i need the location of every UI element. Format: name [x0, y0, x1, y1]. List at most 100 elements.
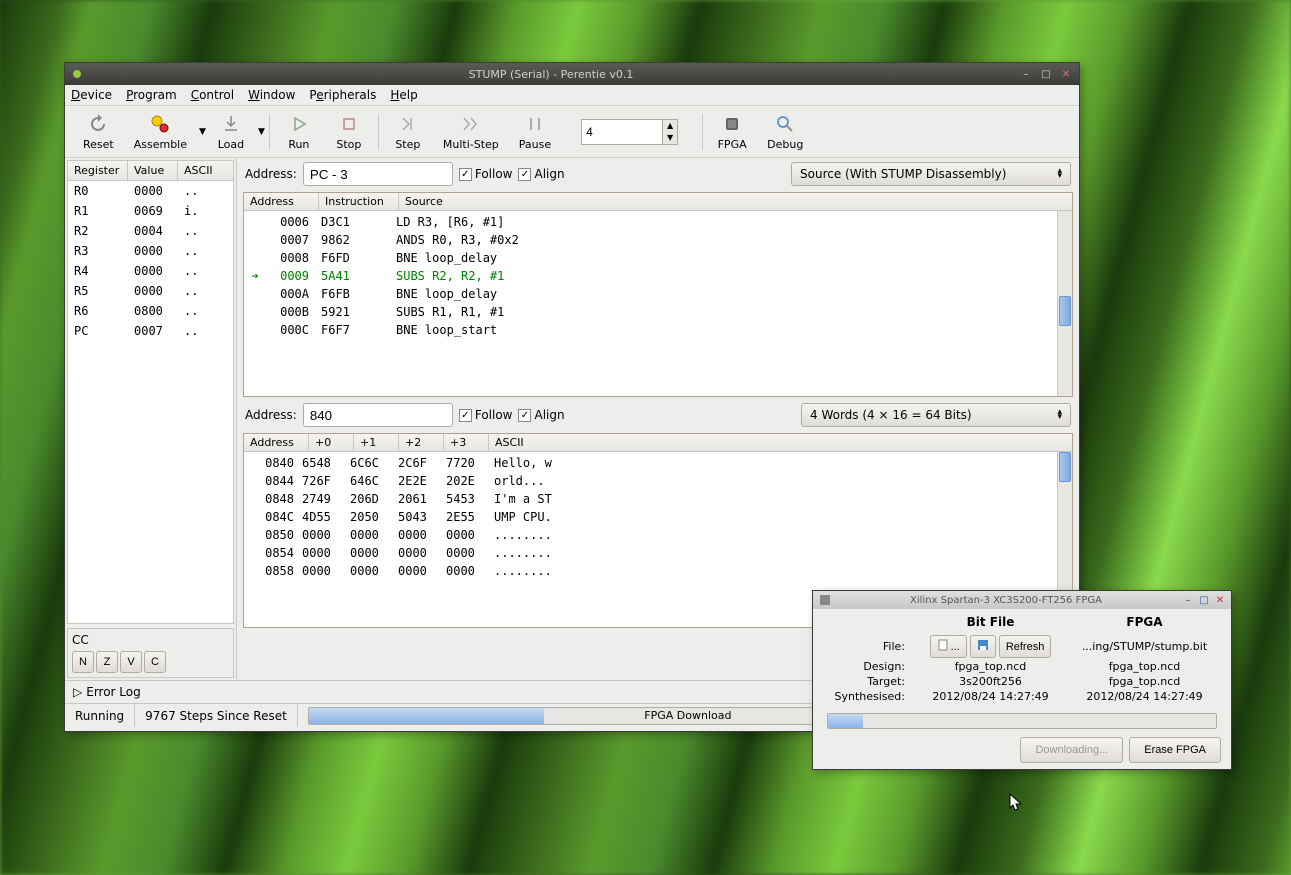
col-w3[interactable]: +3 [444, 434, 489, 451]
menu-control[interactable]: Control [191, 88, 234, 102]
assemble-dropdown[interactable]: ▼ [199, 127, 206, 137]
refresh-button[interactable]: Refresh [999, 635, 1052, 658]
disasm-row[interactable]: 000CF6F7BNE loop_start [244, 321, 1072, 339]
col-address[interactable]: Address [244, 434, 309, 451]
memory-row[interactable]: 08500000000000000000........ [244, 526, 1072, 544]
col-w0[interactable]: +0 [309, 434, 354, 451]
col-w1[interactable]: +1 [354, 434, 399, 451]
disasm-controls: Address: ✓ Follow ✓ Align Source (With S… [237, 158, 1079, 190]
download-icon [219, 112, 243, 136]
scrollbar[interactable] [1057, 211, 1072, 396]
minimize-button[interactable]: – [1017, 67, 1035, 81]
col-w2[interactable]: +2 [399, 434, 444, 451]
register-row[interactable]: R00000.. [68, 181, 233, 201]
design-fpga: fpga_top.ncd [1068, 660, 1221, 673]
save-file-button[interactable] [970, 635, 996, 658]
erase-fpga-button[interactable]: Erase FPGA [1129, 737, 1221, 763]
step-button[interactable]: Step [383, 110, 433, 153]
disasm-row[interactable]: 00079862ANDS R0, R3, #0x2 [244, 231, 1072, 249]
check-icon: ✓ [518, 409, 531, 422]
memory-row[interactable]: 08540000000000000000........ [244, 544, 1072, 562]
maximize-button[interactable]: □ [1197, 593, 1211, 607]
register-row[interactable]: R50000.. [68, 281, 233, 301]
disasm-row[interactable]: 000B5921SUBS R1, R1, #1 [244, 303, 1072, 321]
menu-device[interactable]: Device [71, 88, 112, 102]
magnifier-icon [773, 112, 797, 136]
multistep-button[interactable]: Multi-Step [433, 110, 509, 153]
memory-row[interactable]: 0844726F646C2E2E202Eorld... [244, 472, 1072, 490]
fpga-button[interactable]: FPGA [707, 110, 757, 153]
scroll-thumb[interactable] [1059, 296, 1071, 326]
menu-program[interactable]: Program [126, 88, 177, 102]
close-button[interactable]: ✕ [1213, 593, 1227, 607]
follow-checkbox[interactable]: ✓ Follow [459, 408, 513, 422]
flag-c[interactable]: C [144, 651, 166, 673]
register-row[interactable]: R40000.. [68, 261, 233, 281]
step-count-input[interactable] [582, 120, 662, 144]
follow-checkbox[interactable]: ✓ Follow [459, 167, 513, 181]
target-label: Target: [823, 675, 913, 688]
disasm-row[interactable]: 000AF6FBBNE loop_delay [244, 285, 1072, 303]
col-address[interactable]: Address [244, 193, 319, 210]
separator [269, 114, 270, 150]
disasm-row[interactable]: 0008F6FDBNE loop_delay [244, 249, 1072, 267]
stop-button[interactable]: Stop [324, 110, 374, 153]
flag-v[interactable]: V [120, 651, 142, 673]
register-row[interactable]: R20004.. [68, 221, 233, 241]
browse-button[interactable]: ... [930, 635, 967, 658]
register-row[interactable]: R10069i. [68, 201, 233, 221]
memory-row[interactable]: 08482749206D20615453I'm a ST [244, 490, 1072, 508]
register-row[interactable]: R30000.. [68, 241, 233, 261]
col-ascii[interactable]: ASCII [489, 434, 1072, 451]
col-value[interactable]: Value [128, 161, 178, 180]
disasm-address-input[interactable] [303, 162, 453, 186]
load-dropdown[interactable]: ▼ [258, 127, 265, 137]
menu-peripherals[interactable]: Peripherals [309, 88, 376, 102]
load-button[interactable]: Load [206, 110, 256, 153]
align-checkbox[interactable]: ✓ Align [518, 408, 564, 422]
maximize-button[interactable]: □ [1037, 67, 1055, 81]
memory-row[interactable]: 08580000000000000000........ [244, 562, 1072, 580]
downloading-button: Downloading... [1020, 737, 1123, 763]
refresh-icon [86, 112, 110, 136]
scroll-thumb[interactable] [1059, 452, 1071, 482]
memory-view-select[interactable]: 4 Words (4 × 16 = 64 Bits) ▴▾ [801, 403, 1071, 427]
register-row[interactable]: PC0007.. [68, 321, 233, 341]
disasm-row[interactable]: 0006D3C1LD R3, [R6, #1] [244, 213, 1072, 231]
align-checkbox[interactable]: ✓ Align [518, 167, 564, 181]
window-title: STUMP (Serial) - Perentie v0.1 [85, 68, 1017, 81]
register-row[interactable]: R60800.. [68, 301, 233, 321]
menu-help[interactable]: Help [390, 88, 417, 102]
memory-row[interactable]: 084065486C6C2C6F7720Hello, w [244, 454, 1072, 472]
fpga-titlebar[interactable]: Xilinx Spartan-3 XC3S200-FT256 FPGA – □ … [813, 591, 1231, 609]
synth-bitfile: 2012/08/24 14:27:49 [913, 690, 1068, 703]
fpga-header: FPGA [1068, 615, 1221, 629]
col-source[interactable]: Source [399, 193, 1072, 210]
memory-row[interactable]: 084C4D55205050432E55UMP CPU. [244, 508, 1072, 526]
menu-window[interactable]: Window [248, 88, 295, 102]
disasm-row[interactable]: ➔00095A41SUBS R2, R2, #1 [244, 267, 1072, 285]
pause-button[interactable]: Pause [509, 110, 561, 153]
col-ascii[interactable]: ASCII [178, 161, 233, 180]
play-icon [287, 112, 311, 136]
main-titlebar[interactable]: STUMP (Serial) - Perentie v0.1 – □ ✕ [65, 63, 1079, 85]
reset-button[interactable]: Reset [73, 110, 124, 153]
pause-icon [523, 112, 547, 136]
synth-label: Synthesised: [823, 690, 913, 703]
col-instruction[interactable]: Instruction [319, 193, 399, 210]
run-button[interactable]: Run [274, 110, 324, 153]
spin-down[interactable]: ▼ [663, 132, 677, 144]
memory-address-input[interactable] [303, 403, 453, 427]
disasm-view-select[interactable]: Source (With STUMP Disassembly) ▴▾ [791, 162, 1071, 186]
assemble-button[interactable]: Assemble [124, 110, 197, 153]
check-icon: ✓ [459, 168, 472, 181]
close-button[interactable]: ✕ [1057, 67, 1075, 81]
col-register[interactable]: Register [68, 161, 128, 180]
minimize-button[interactable]: – [1181, 593, 1195, 607]
debug-button[interactable]: Debug [757, 110, 813, 153]
flag-n[interactable]: N [72, 651, 94, 673]
step-count-spinner[interactable]: ▲ ▼ [581, 119, 678, 145]
flag-z[interactable]: Z [96, 651, 118, 673]
fpga-file-path: ...ing/STUMP/stump.bit [1068, 640, 1221, 653]
spin-up[interactable]: ▲ [663, 120, 677, 132]
